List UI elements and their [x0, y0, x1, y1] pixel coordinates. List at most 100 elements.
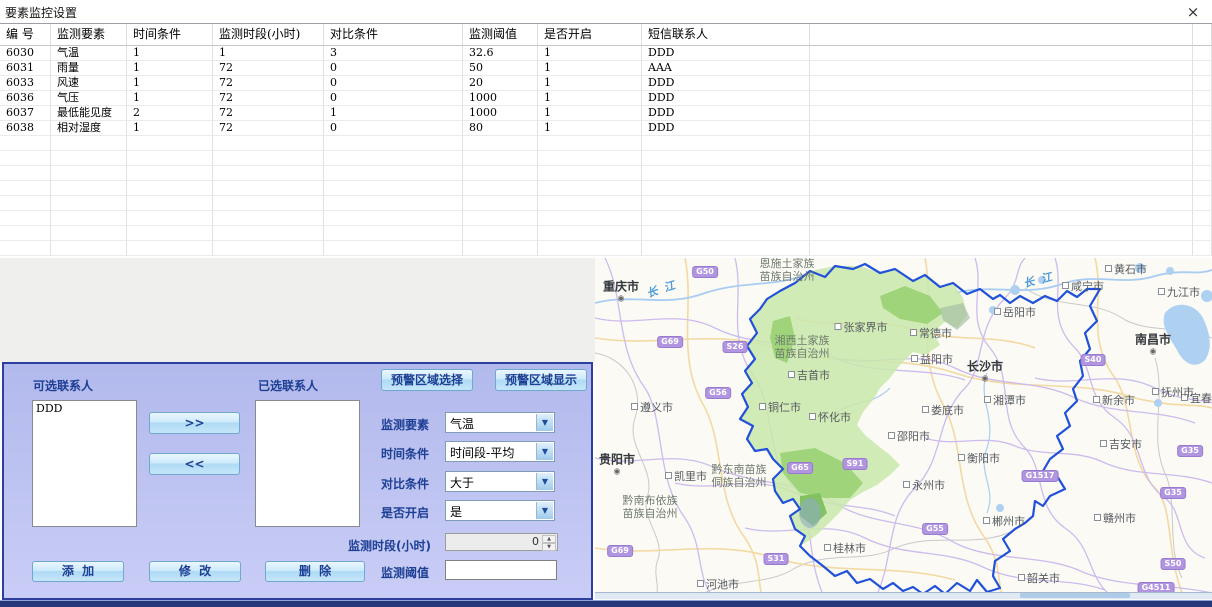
table-row[interactable]: 6036气压172010001DDD [0, 91, 1212, 106]
table-cell [0, 166, 51, 181]
table-row[interactable] [0, 211, 1212, 226]
table-row[interactable] [0, 181, 1212, 196]
table-cell [0, 241, 51, 256]
table-cell: 1 [324, 106, 463, 121]
table-cell: DDD [642, 106, 810, 121]
table-row[interactable]: 6031雨量1720501AAA [0, 61, 1212, 76]
selected-contacts-list[interactable] [255, 400, 360, 527]
table-cell [642, 181, 810, 196]
table-cell [463, 166, 538, 181]
available-contacts-list[interactable]: DDD [32, 400, 137, 527]
close-button[interactable]: × [1182, 2, 1204, 22]
table-cell: 80 [463, 121, 538, 136]
table-cell [0, 136, 51, 151]
enabled-select-value: 是 [450, 503, 462, 520]
table-cell: 72 [213, 76, 324, 91]
table-cell [463, 196, 538, 211]
move-right-button[interactable]: >> [149, 412, 240, 434]
dropdown-arrow-icon[interactable]: ▼ [536, 473, 553, 490]
enabled-select[interactable]: 是 ▼ [445, 500, 555, 521]
table-cell: 1 [538, 91, 642, 106]
table-cell: 20 [463, 76, 538, 91]
table-cell [810, 46, 1193, 61]
table-cell [127, 136, 213, 151]
table-cell: 气压 [51, 91, 127, 106]
map-canvas [595, 258, 1212, 600]
monitor-table[interactable]: 编 号监测要素时间条件监测时段(小时)对比条件监测阈值是否开启短信联系人6030… [0, 23, 1212, 259]
panel-background-area [0, 258, 595, 362]
table-cell: 1000 [463, 106, 538, 121]
table-row[interactable] [0, 151, 1212, 166]
table-cell [463, 226, 538, 241]
table-cell [642, 211, 810, 226]
table-cell [0, 226, 51, 241]
table-cell: AAA [642, 61, 810, 76]
table-row[interactable]: 6038相对湿度1720801DDD [0, 121, 1212, 136]
table-cell [51, 241, 127, 256]
table-cell [324, 166, 463, 181]
compare-condition-field-label: 对比条件 [381, 475, 429, 492]
table-cell [642, 241, 810, 256]
window-title: 要素监控设置 [5, 4, 77, 21]
scrollbar-thumb[interactable] [1020, 593, 1130, 598]
table-cell [51, 166, 127, 181]
table-row[interactable]: 6030气温11332.61DDD [0, 46, 1212, 61]
table-cell [51, 211, 127, 226]
table-row[interactable] [0, 226, 1212, 241]
threshold-input[interactable] [445, 560, 557, 580]
table-row[interactable]: 6037最低能见度272110001DDD [0, 106, 1212, 121]
table-row[interactable] [0, 136, 1212, 151]
table-cell [1193, 211, 1212, 226]
table-row[interactable] [0, 196, 1212, 211]
element-select-value: 气温 [450, 415, 474, 432]
table-header-cell: 监测阈值 [463, 24, 538, 46]
table-cell [1193, 196, 1212, 211]
add-button[interactable]: 添 加 [32, 561, 124, 582]
list-item[interactable]: DDD [33, 401, 136, 416]
map-horizontal-scrollbar[interactable] [595, 592, 1212, 599]
table-cell [463, 136, 538, 151]
map-view[interactable]: 重庆市◉贵阳市◉南昌市◉长沙市◉黄石市咸宁市九江市岳阳市张家界市常德市益阳市湘潭… [595, 258, 1212, 600]
table-cell [127, 241, 213, 256]
table-cell: 6033 [0, 76, 51, 91]
table-cell [463, 181, 538, 196]
table-cell [213, 196, 324, 211]
period-spinner[interactable]: 0 ▲ ▼ [445, 533, 558, 551]
move-left-button[interactable]: << [149, 453, 240, 475]
table-cell: DDD [642, 91, 810, 106]
table-cell: 6037 [0, 106, 51, 121]
warning-area-display-button[interactable]: 预警区域显示 [495, 369, 587, 391]
table-cell: 72 [213, 91, 324, 106]
table-cell [642, 226, 810, 241]
modify-button[interactable]: 修 改 [149, 561, 241, 582]
settings-panel: 可选联系人 已选联系人 DDD >> << 预警区域选择 预警区域显示 监测要素… [2, 362, 593, 600]
table-row[interactable] [0, 166, 1212, 181]
table-cell [810, 211, 1193, 226]
table-cell [1193, 241, 1212, 256]
warning-area-select-button[interactable]: 预警区域选择 [381, 369, 473, 391]
spinner-up-icon[interactable]: ▲ [542, 535, 556, 543]
table-cell: 1 [538, 106, 642, 121]
table-cell: 6031 [0, 61, 51, 76]
time-condition-select[interactable]: 时间段-平均 ▼ [445, 441, 555, 462]
table-row[interactable]: 6033风速1720201DDD [0, 76, 1212, 91]
table-cell [810, 61, 1193, 76]
dropdown-arrow-icon[interactable]: ▼ [536, 414, 553, 431]
table-cell [810, 196, 1193, 211]
compare-condition-select[interactable]: 大于 ▼ [445, 471, 555, 492]
element-select[interactable]: 气温 ▼ [445, 412, 555, 433]
table-cell: 0 [324, 91, 463, 106]
dropdown-arrow-icon[interactable]: ▼ [536, 502, 553, 519]
table-header-cell: 监测要素 [51, 24, 127, 46]
delete-button[interactable]: 删 除 [265, 561, 365, 582]
table-cell: 32.6 [463, 46, 538, 61]
dropdown-arrow-icon[interactable]: ▼ [536, 443, 553, 460]
table-cell [1193, 151, 1212, 166]
table-cell: 3 [324, 46, 463, 61]
table-cell [127, 166, 213, 181]
table-cell [810, 241, 1193, 256]
spinner-down-icon[interactable]: ▼ [542, 543, 556, 551]
period-spinner-value: 0 [532, 535, 539, 548]
table-row[interactable] [0, 241, 1212, 256]
table-cell [463, 241, 538, 256]
